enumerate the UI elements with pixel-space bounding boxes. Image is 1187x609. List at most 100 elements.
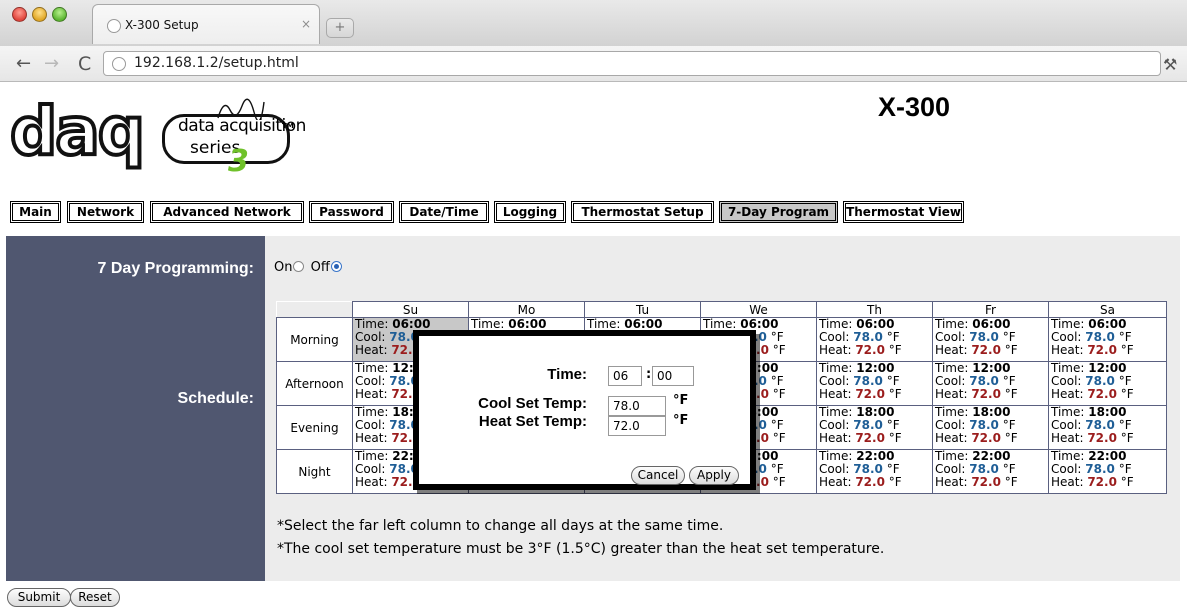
tab-password[interactable]: Password xyxy=(309,201,394,223)
unit: °F xyxy=(1120,475,1134,489)
tab-thermostat-setup[interactable]: Thermostat Setup xyxy=(571,201,714,223)
day-header[interactable]: Su xyxy=(352,301,469,318)
unit: °F xyxy=(888,387,902,401)
cool-prefix: Cool: xyxy=(1051,462,1086,476)
time-prefix: Time: xyxy=(819,405,857,419)
unit: °F xyxy=(888,431,902,445)
time-prefix: Time: xyxy=(935,317,973,331)
schedule-cell[interactable]: Time: 18:00Cool: 78.0 °FHeat: 72.0 °F xyxy=(932,405,1049,450)
on-radio[interactable] xyxy=(293,261,305,272)
zoom-window-icon[interactable] xyxy=(52,7,67,22)
unit: °F xyxy=(1118,330,1132,344)
heat-value: 72.0 xyxy=(971,343,1001,357)
reload-icon[interactable]: C xyxy=(78,52,91,76)
time-value: 06:00 xyxy=(392,317,431,331)
schedule-cell[interactable]: Time: 06:00Cool: 78.0 °FHeat: 72.0 °F xyxy=(932,317,1049,362)
heat-value: 72.0 xyxy=(1087,343,1117,357)
schedule-cell[interactable]: Time: 06:00Cool: 78.0 °FHeat: 72.0 °F xyxy=(816,317,933,362)
schedule-label: Schedule: xyxy=(177,390,254,407)
cool-value: 78.0 xyxy=(853,374,883,388)
tab-date-time[interactable]: Date/Time xyxy=(399,201,489,223)
unit: °F xyxy=(1004,343,1018,357)
unit: °F xyxy=(1120,387,1134,401)
schedule-cell[interactable]: Time: 12:00Cool: 78.0 °FHeat: 72.0 °F xyxy=(816,361,933,406)
forward-icon[interactable]: → xyxy=(44,52,59,76)
globe-icon xyxy=(112,57,126,71)
period-label[interactable]: Afternoon xyxy=(276,361,353,406)
cool-prefix: Cool: xyxy=(935,330,970,344)
address-bar[interactable]: 192.168.1.2/setup.html xyxy=(103,51,1161,76)
schedule-cell[interactable]: Time: 18:00Cool: 78.0 °FHeat: 72.0 °F xyxy=(816,405,933,450)
unit: °F xyxy=(1120,343,1134,357)
unit: °F xyxy=(1118,462,1132,476)
tab-thermostat-view[interactable]: Thermostat View xyxy=(843,201,964,223)
submit-button[interactable]: Submit xyxy=(7,588,71,607)
heat-prefix: Heat: xyxy=(935,343,972,357)
browser-tab[interactable]: X-300 Setup × xyxy=(92,4,320,44)
minimize-window-icon[interactable] xyxy=(32,7,47,22)
unit: °F xyxy=(886,374,900,388)
reset-button[interactable]: Reset xyxy=(70,588,120,607)
heat-line: Heat: 72.0 °F xyxy=(819,432,932,445)
tab-advanced-network[interactable]: Advanced Network xyxy=(150,201,304,223)
new-tab-button[interactable]: + xyxy=(326,18,354,38)
schedule-cell[interactable]: Time: 22:00Cool: 78.0 °FHeat: 72.0 °F xyxy=(932,449,1049,494)
cool-prefix: Cool: xyxy=(355,330,390,344)
programming-label: 7 Day Programming: xyxy=(97,260,254,277)
unit: °F xyxy=(1002,418,1016,432)
heat-line: Heat: 72.0 °F xyxy=(935,476,1048,489)
tab-main[interactable]: Main xyxy=(10,201,61,223)
heat-value: 72.0 xyxy=(855,431,885,445)
cool-prefix: Cool: xyxy=(355,418,390,432)
heat-set-temp-label: Heat Set Temp: xyxy=(478,413,587,430)
cool-value: 78.0 xyxy=(853,330,883,344)
minute-input[interactable]: 00 xyxy=(652,366,694,386)
tab-close-icon[interactable]: × xyxy=(301,17,311,31)
period-label[interactable]: Morning xyxy=(276,317,353,362)
unit: °F xyxy=(770,374,784,388)
cool-prefix: Cool: xyxy=(355,374,390,388)
day-header[interactable]: Tu xyxy=(584,301,701,318)
period-label[interactable]: Evening xyxy=(276,405,353,450)
day-header[interactable]: Mo xyxy=(468,301,585,318)
period-label[interactable]: Night xyxy=(276,449,353,494)
heat-line: Heat: 72.0 °F xyxy=(819,344,932,357)
day-header[interactable]: Sa xyxy=(1048,301,1167,318)
off-radio[interactable] xyxy=(330,261,342,272)
schedule-cell[interactable]: Time: 22:00Cool: 78.0 °FHeat: 72.0 °F xyxy=(816,449,933,494)
tab-network[interactable]: Network xyxy=(67,201,144,223)
heat-line: Heat: 72.0 °F xyxy=(935,432,1048,445)
apply-button[interactable]: Apply xyxy=(689,466,739,485)
day-header[interactable]: Th xyxy=(816,301,933,318)
time-prefix: Time: xyxy=(587,317,625,331)
schedule-cell[interactable]: Time: 22:00Cool: 78.0 °FHeat: 72.0 °F xyxy=(1048,449,1167,494)
cancel-button[interactable]: Cancel xyxy=(631,466,685,485)
schedule-cell[interactable]: Time: 18:00Cool: 78.0 °FHeat: 72.0 °F xyxy=(1048,405,1167,450)
wrench-icon[interactable]: ⚒ xyxy=(1163,55,1177,74)
unit: °F xyxy=(770,462,784,476)
unit: °F xyxy=(1118,374,1132,388)
tab-7-day-program[interactable]: 7-Day Program xyxy=(719,201,838,223)
cool-prefix: Cool: xyxy=(819,418,854,432)
table-corner xyxy=(276,301,353,318)
unit: °F xyxy=(886,418,900,432)
time-value: 06:00 xyxy=(740,317,779,331)
day-header[interactable]: Fr xyxy=(932,301,1049,318)
time-prefix: Time: xyxy=(1051,405,1089,419)
heat-set-temp-input[interactable]: 72.0 xyxy=(608,416,666,436)
close-window-icon[interactable] xyxy=(12,7,27,22)
schedule-cell[interactable]: Time: 12:00Cool: 78.0 °FHeat: 72.0 °F xyxy=(1048,361,1167,406)
day-header-row: Su Mo Tu We Th Fr Sa xyxy=(276,301,1167,318)
day-header[interactable]: We xyxy=(700,301,817,318)
cool-value: 78.0 xyxy=(969,330,999,344)
cool-set-temp-input[interactable]: 78.0 xyxy=(608,396,666,416)
hour-input[interactable]: 06 xyxy=(608,366,642,386)
unit: °F xyxy=(770,330,784,344)
back-icon[interactable]: ← xyxy=(16,52,31,76)
unit: °F xyxy=(1002,374,1016,388)
heat-value: 72.0 xyxy=(855,343,885,357)
cool-prefix: Cool: xyxy=(1051,418,1086,432)
tab-logging[interactable]: Logging xyxy=(494,201,566,223)
schedule-cell[interactable]: Time: 06:00Cool: 78.0 °FHeat: 72.0 °F xyxy=(1048,317,1167,362)
schedule-cell[interactable]: Time: 12:00Cool: 78.0 °FHeat: 72.0 °F xyxy=(932,361,1049,406)
